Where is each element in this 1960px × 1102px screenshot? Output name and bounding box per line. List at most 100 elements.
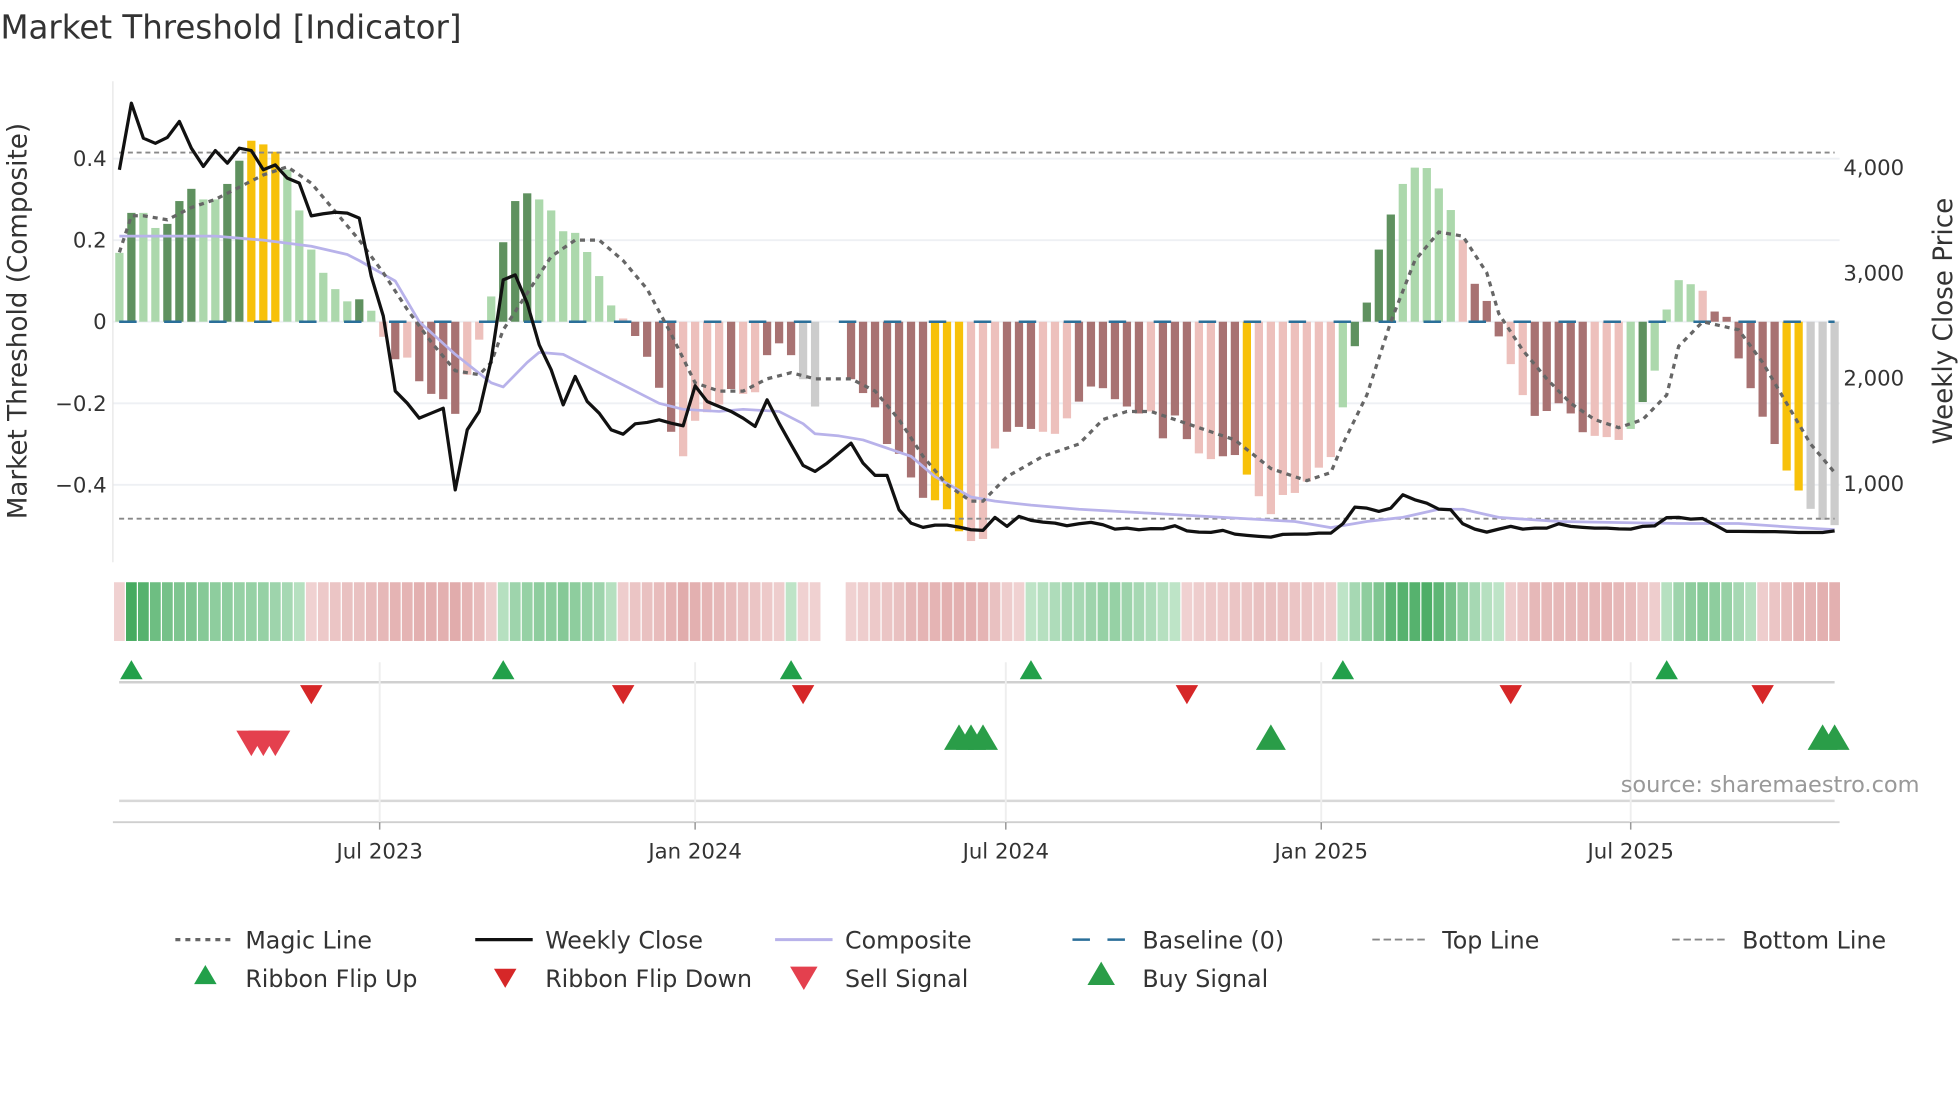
ribbon-flip-up-marker <box>120 660 143 680</box>
ribbon-segment <box>1517 582 1529 641</box>
ribbon-segment <box>653 582 665 641</box>
composite-bar <box>1266 321 1275 515</box>
left-tick-label: −0.4 <box>55 473 107 498</box>
composite-bar <box>1050 321 1060 434</box>
composite-bar <box>1086 321 1096 387</box>
composite-bar <box>1494 321 1503 337</box>
legend-symbol-triangle-down-icon <box>790 966 818 990</box>
signal-panel <box>112 680 1840 824</box>
legend-symbol-triangle-up-icon <box>194 964 217 985</box>
ribbon-segment <box>1253 582 1265 641</box>
x-tick-label: Jan 2025 <box>1272 839 1368 864</box>
ribbon-segment <box>869 582 881 641</box>
composite-bar <box>1446 210 1455 322</box>
ribbon-segment <box>197 582 209 641</box>
ribbon-segment <box>977 582 989 641</box>
composite-bar <box>607 305 616 322</box>
ribbon-segment <box>269 582 281 641</box>
composite-bar <box>786 321 796 356</box>
ribbon-segment <box>1361 582 1373 641</box>
ribbon-segment <box>185 582 197 641</box>
composite-bar <box>343 301 352 322</box>
ribbon-segment <box>1013 582 1025 641</box>
ribbon-segment <box>1085 582 1097 641</box>
legend-item-buy: Buy Signal <box>1087 961 1268 993</box>
ribbon-segment <box>497 582 509 641</box>
ribbon-segment <box>1145 582 1157 641</box>
legend-item-magic: Magic Line <box>175 926 372 954</box>
composite-bar <box>882 321 892 445</box>
legend-item-flip-up: Ribbon Flip Up <box>194 964 417 993</box>
market-threshold-chart: Market Threshold [Indicator] 0.4 0.2 0 −0.2… <box>0 9 1959 993</box>
ribbon-segment <box>1613 582 1625 641</box>
ribbon-flip-down-marker <box>1751 685 1774 705</box>
composite-bar <box>571 232 580 322</box>
legend: Magic Line Weekly Close Composite Baseline … <box>175 926 1886 993</box>
composite-bar <box>583 252 592 322</box>
magic-line <box>117 165 1836 503</box>
composite-bar <box>223 183 232 322</box>
ribbon-segment <box>1745 582 1757 641</box>
left-tick-label: 0 <box>93 310 107 335</box>
buy-signal-marker <box>1255 724 1286 750</box>
composite-bar <box>1770 321 1779 445</box>
composite-bar <box>1134 321 1144 414</box>
legend-label: Ribbon Flip Up <box>245 965 417 993</box>
ribbon-segment <box>1769 582 1781 641</box>
composite-bar <box>1422 168 1431 322</box>
composite-bar <box>1338 321 1347 408</box>
ribbon-segment <box>1589 582 1601 641</box>
ribbon-segment <box>1169 582 1181 641</box>
ribbon-segment <box>1157 582 1169 641</box>
ribbon-flip-up-marker <box>1331 660 1355 680</box>
legend-item-bottom: Bottom Line <box>1672 926 1886 954</box>
ribbon-segment <box>1553 582 1565 641</box>
composite-bar <box>139 212 148 322</box>
composite-bar <box>1074 321 1084 402</box>
ribbon-segment <box>1433 582 1445 641</box>
ribbon-segment <box>701 582 713 641</box>
legend-label: Ribbon Flip Down <box>545 965 752 993</box>
composite-bar <box>1734 321 1743 359</box>
composite-bar <box>870 321 880 408</box>
ribbon-segment <box>437 582 449 641</box>
composite-bar <box>894 321 904 454</box>
composite-bar <box>1578 321 1587 433</box>
composite-bar <box>403 321 412 358</box>
composite-bar <box>319 272 328 322</box>
ribbon-segment <box>1325 582 1337 641</box>
ribbon-segment <box>1133 582 1145 641</box>
legend-item-close: Weekly Close <box>475 926 703 954</box>
x-tick-label: Jul 2023 <box>334 839 422 864</box>
composite-bar <box>1254 321 1263 497</box>
legend-item-baseline: Baseline (0) <box>1072 926 1284 954</box>
right-tick-label: 4,000 <box>1843 156 1904 181</box>
composite-bar <box>1686 284 1695 322</box>
ribbon-segment <box>593 582 605 641</box>
composite-bar <box>990 321 1000 449</box>
legend-item-composite: Composite <box>775 926 972 954</box>
ribbon-segment <box>305 582 317 641</box>
ribbon-flip-up-marker <box>491 660 515 680</box>
ribbon-segment <box>114 582 125 641</box>
ribbon-segment <box>281 582 293 641</box>
composite-bar <box>1626 321 1635 429</box>
composite-bar <box>1110 321 1120 400</box>
ribbon-segment <box>1193 582 1205 641</box>
ribbon-segment <box>677 582 689 641</box>
ribbon-segment <box>1829 582 1840 641</box>
ribbon-segment <box>1301 582 1313 641</box>
legend-symbol-triangle-up-icon <box>1087 961 1115 985</box>
ribbon-segment <box>1277 582 1289 641</box>
composite-bar <box>1230 321 1240 456</box>
chart-title: Market Threshold [Indicator] <box>0 9 461 47</box>
legend-item-flip-down: Ribbon Flip Down <box>493 965 752 993</box>
legend-item-top: Top Line <box>1372 926 1539 954</box>
ribbon-segment <box>389 582 401 641</box>
ribbon-segment <box>461 582 473 641</box>
ribbon-segment <box>749 582 761 641</box>
ribbon-segment <box>485 582 497 641</box>
ribbon-segment <box>881 582 893 641</box>
composite-bar <box>1014 321 1024 427</box>
ribbon-segment <box>221 582 233 641</box>
